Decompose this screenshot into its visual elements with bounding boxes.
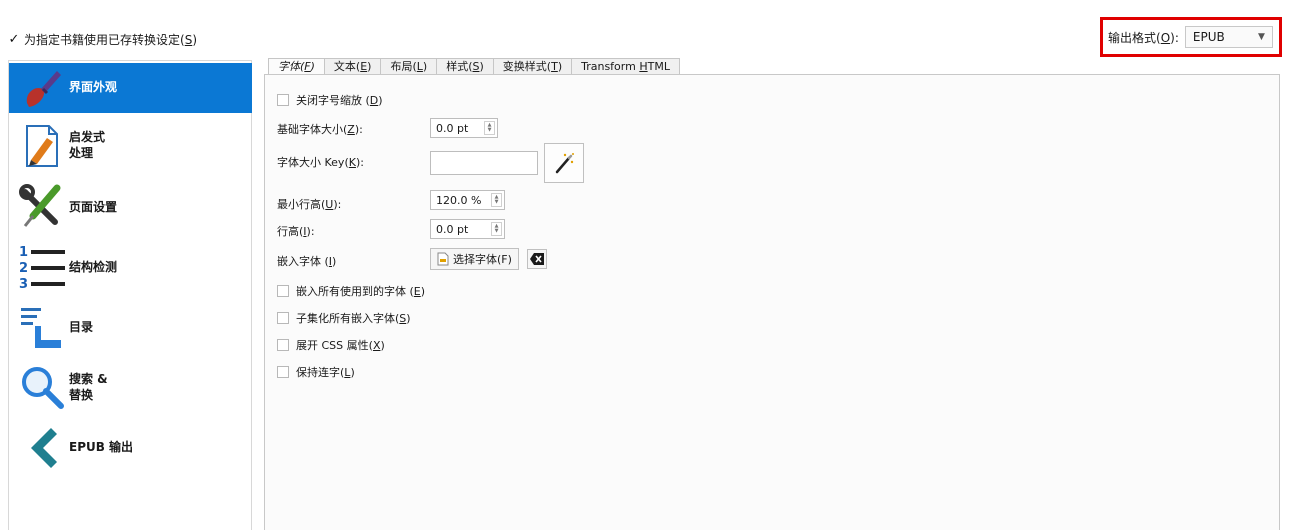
disable-font-rescaling-checkbox[interactable]: 关闭字号缩放 (D): [277, 92, 383, 108]
use-saved-settings-label: 为指定书籍使用已存转换设定(S): [24, 33, 197, 47]
tab-transform-styles[interactable]: 变换样式(T): [492, 58, 573, 75]
document-pencil-icon: [26, 125, 58, 167]
base-font-size-spinbox[interactable]: 0.0 pt ▲ ▼: [430, 118, 498, 138]
choose-font-button[interactable]: 选择字体(F): [430, 248, 519, 270]
sidebar-item-label: 界面外观: [69, 80, 118, 94]
spin-arrows-icon[interactable]: ▲ ▼: [491, 193, 502, 207]
tab-text[interactable]: 文本(E): [323, 58, 382, 75]
disable-font-rescaling-label: 关闭字号缩放 (D): [296, 94, 383, 107]
numbered-list-icon: 1 2 3: [19, 245, 65, 292]
sidebar-item-structure-detection[interactable]: 1 2 3 结构检测: [9, 241, 252, 293]
font-size-key-label: 字体大小 Key(K):: [277, 155, 364, 170]
sidebar-item-label: 搜索 & 替换: [69, 372, 108, 402]
line-height-label: 行高(I):: [277, 224, 315, 239]
choose-font-label: 选择字体(F): [453, 253, 512, 266]
sidebar-item-heuristics[interactable]: 启发式 处理: [9, 119, 252, 171]
sidebar-item-page-setup[interactable]: 页面设置: [9, 181, 252, 233]
sidebar-item-label: 目录: [69, 320, 94, 334]
line-height-value: 0.0 pt: [436, 222, 469, 236]
sidebar-item-epub-output[interactable]: EPUB 输出: [9, 421, 252, 473]
check-mark-icon: ✓: [8, 32, 20, 47]
line-height-spinbox[interactable]: 0.0 pt ▲ ▼: [430, 219, 505, 239]
font-settings-panel: [264, 74, 1280, 530]
font-file-icon: [437, 252, 449, 266]
magnifier-icon: [22, 367, 64, 409]
use-saved-settings-checkbox[interactable]: ✓ 为指定书籍使用已存转换设定(S): [8, 31, 197, 48]
font-size-wizard-button[interactable]: [544, 143, 584, 183]
embed-all-fonts-checkbox[interactable]: 嵌入所有使用到的字体 (E): [277, 283, 425, 299]
checkbox-box: [277, 312, 289, 324]
spin-arrows-icon[interactable]: ▲ ▼: [491, 222, 502, 236]
chevron-down-icon: ▼: [1257, 32, 1265, 42]
sidebar-item-label: 启发式 处理: [69, 130, 106, 160]
svg-text:1: 1: [19, 245, 28, 260]
base-font-size-label: 基础字体大小(Z):: [277, 122, 363, 137]
checkbox-box: [277, 339, 289, 351]
font-size-key-input[interactable]: [430, 151, 538, 175]
output-format-highlight: 输出格式(O): EPUB ▼: [1100, 17, 1282, 57]
tab-styling[interactable]: 样式(S): [436, 58, 494, 75]
min-line-height-value: 120.0 %: [436, 193, 482, 207]
svg-text:3: 3: [19, 277, 28, 292]
sidebar-item-label: 结构检测: [69, 260, 118, 274]
top-bar: ✓ 为指定书籍使用已存转换设定(S) 输出格式(O): EPUB ▼: [0, 0, 1290, 60]
output-format-select[interactable]: EPUB ▼: [1184, 26, 1273, 48]
settings-tabs: 字体(F) 文本(E) 布局(L) 样式(S) 变换样式(T) Transfor…: [268, 58, 680, 76]
embed-all-fonts-label: 嵌入所有使用到的字体 (E): [296, 285, 426, 298]
sidebar-item-label: 页面设置: [69, 200, 118, 214]
embed-font-label: 嵌入字体 (I): [277, 254, 337, 269]
base-font-size-value: 0.0 pt: [436, 121, 469, 135]
wrench-screwdriver-icon: [19, 184, 61, 227]
subset-fonts-checkbox[interactable]: 子集化所有嵌入字体(S): [277, 310, 411, 326]
output-format-value: EPUB: [1192, 30, 1225, 44]
subset-fonts-label: 子集化所有嵌入字体(S): [296, 312, 411, 325]
expand-css-label: 展开 CSS 属性(X): [296, 339, 385, 352]
magic-wand-icon: [555, 153, 574, 174]
brush-icon: [26, 71, 61, 107]
min-line-height-label: 最小行高(U):: [277, 197, 342, 212]
sidebar-item-toc[interactable]: 目录: [9, 301, 252, 353]
keep-ligatures-checkbox[interactable]: 保持连字(L): [277, 364, 355, 380]
backspace-clear-icon: [530, 253, 544, 265]
toc-icon: [21, 308, 61, 348]
keep-ligatures-label: 保持连字(L): [296, 366, 355, 379]
sidebar-item-label: EPUB 输出: [69, 440, 134, 454]
output-format-label: 输出格式(O):: [1108, 30, 1179, 45]
epub-arrow-icon: [31, 428, 57, 468]
expand-css-checkbox[interactable]: 展开 CSS 属性(X): [277, 337, 385, 353]
checkbox-box: [277, 285, 289, 297]
sidebar-item-search-replace[interactable]: 搜索 & 替换: [9, 361, 252, 413]
svg-text:2: 2: [19, 261, 28, 276]
clear-font-button[interactable]: [527, 249, 547, 269]
min-line-height-spinbox[interactable]: 120.0 % ▲ ▼: [430, 190, 505, 210]
tab-transform-html[interactable]: Transform HTML: [571, 58, 680, 75]
tab-layout[interactable]: 布局(L): [380, 58, 438, 75]
sidebar: 界面外观 启发式 处理 页面设置 1 2 3 结构检测 目录 搜索 & 替换 E…: [8, 60, 252, 530]
spin-arrows-icon[interactable]: ▲ ▼: [484, 121, 495, 135]
sidebar-item-look-and-feel[interactable]: 界面外观: [9, 63, 252, 113]
checkbox-box: [277, 94, 289, 106]
checkbox-box: [277, 366, 289, 378]
